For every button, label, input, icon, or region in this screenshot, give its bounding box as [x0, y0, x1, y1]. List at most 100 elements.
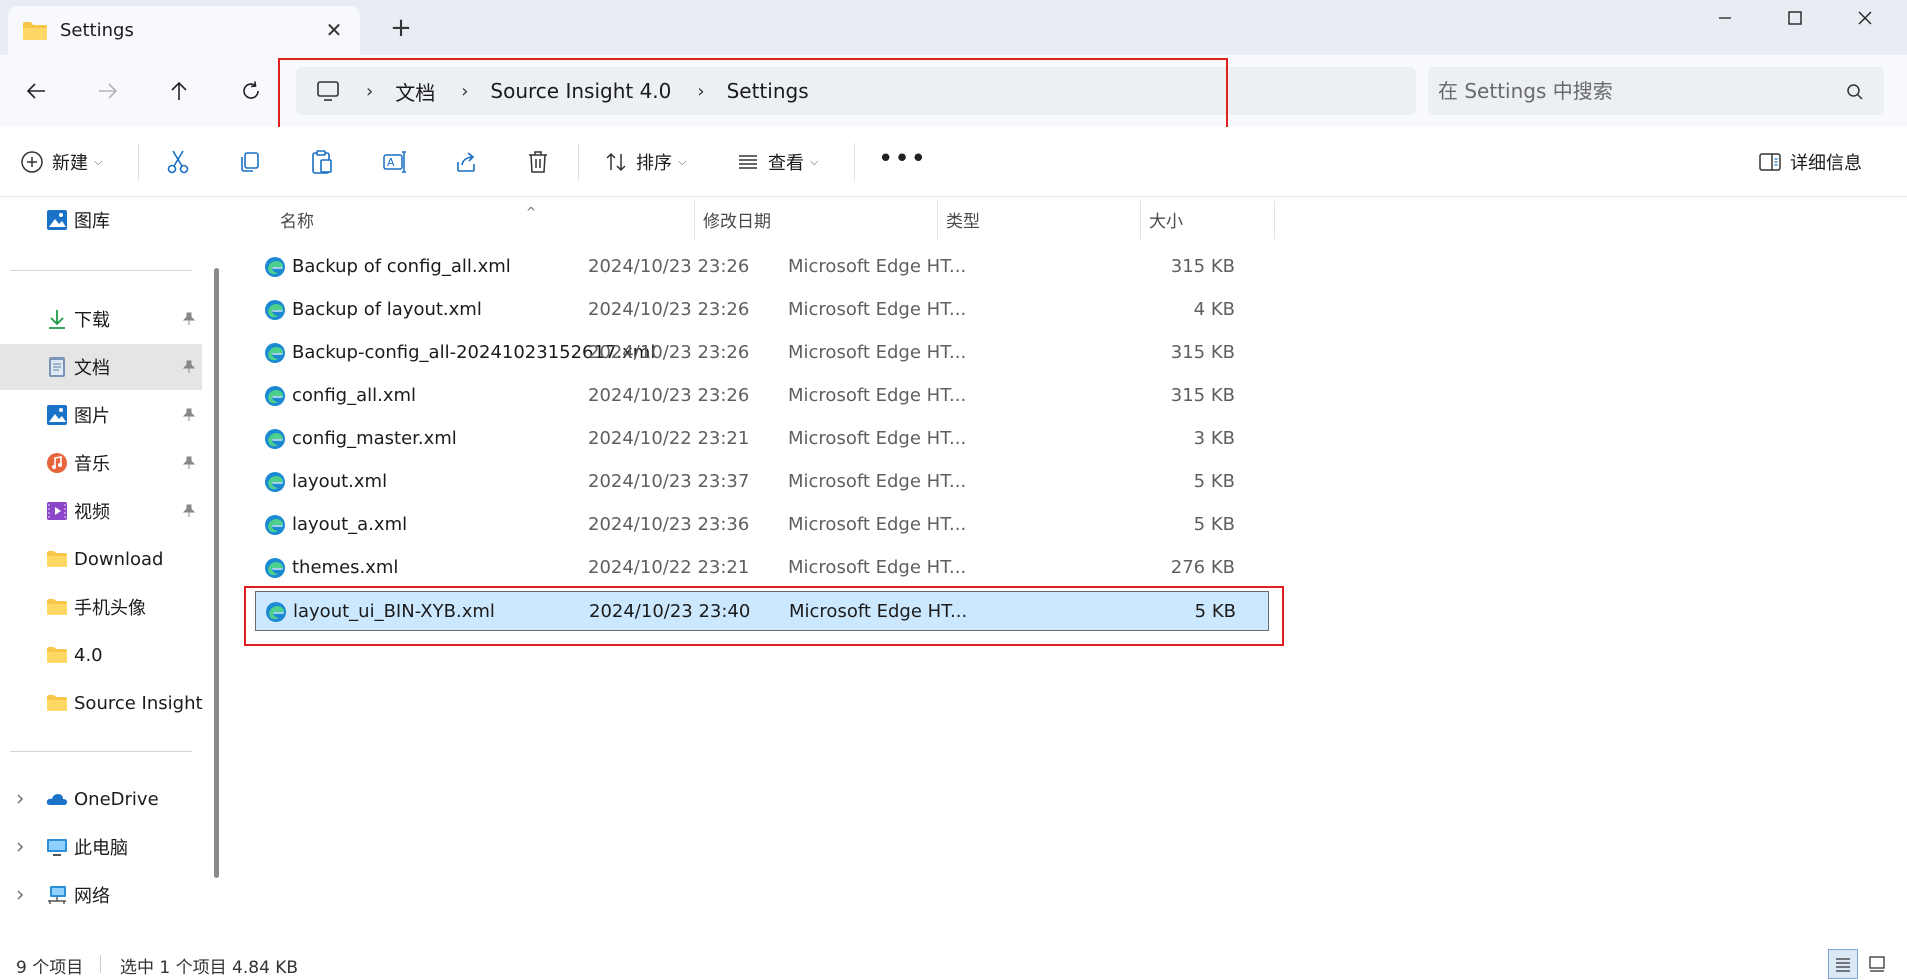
item-count: 9 个项目 [16, 958, 84, 978]
edge-file-icon [265, 257, 285, 277]
chevron-right-icon[interactable] [14, 793, 26, 805]
sidebar-scrollbar[interactable] [214, 268, 219, 878]
video-icon [47, 502, 67, 520]
sidebar-item-download-folder[interactable]: Download [0, 536, 202, 582]
sidebar-item-pictures[interactable]: 图片 [0, 392, 202, 438]
tiles-view-button[interactable] [1862, 949, 1892, 979]
close-tab-icon[interactable]: ✕ [322, 18, 346, 42]
column-header-name[interactable]: 名称 ^ [280, 205, 536, 237]
sidebar-item-phone-avatar[interactable]: 手机头像 [0, 584, 202, 630]
view-button[interactable]: 查看 ⌵ [736, 145, 818, 179]
chevron-right-icon[interactable] [14, 841, 26, 853]
file-row[interactable]: Backup of layout.xml 2024/10/23 23:26 Mi… [255, 290, 1269, 330]
chevron-right-icon[interactable]: › [461, 81, 468, 102]
file-date: 2024/10/23 23:26 [588, 342, 750, 363]
search-input[interactable] [1438, 75, 1818, 107]
toolbar-divider [854, 143, 855, 181]
sidebar-item-videos[interactable]: 视频 [0, 488, 202, 534]
arrow-right-icon [99, 83, 118, 99]
file-row[interactable]: themes.xml 2024/10/22 23:21 Microsoft Ed… [255, 548, 1269, 588]
chevron-right-icon[interactable]: › [697, 81, 704, 102]
file-date: 2024/10/23 23:40 [589, 601, 751, 622]
file-size: 3 KB [1193, 428, 1235, 449]
sidebar-item-music[interactable]: 音乐 [0, 440, 202, 486]
breadcrumb-source-insight[interactable]: Source Insight 4.0 [490, 79, 671, 103]
computer-icon[interactable] [316, 79, 340, 103]
close-window-button[interactable] [1830, 0, 1900, 36]
sidebar-item-label: 手机头像 [74, 598, 146, 619]
breadcrumb-documents[interactable]: 文档 [395, 77, 435, 106]
column-header-date[interactable]: 修改日期 [703, 207, 771, 237]
more-options-icon[interactable]: ••• [878, 146, 927, 172]
chevron-right-icon[interactable] [14, 889, 26, 901]
back-button[interactable] [18, 73, 54, 109]
svg-text:A: A [387, 156, 395, 169]
pin-icon[interactable] [182, 360, 196, 374]
file-size: 4 KB [1193, 299, 1235, 320]
copy-button[interactable] [238, 145, 262, 179]
refresh-button[interactable] [233, 73, 269, 109]
sidebar-item-source-insight[interactable]: Source Insight 4.0 [0, 680, 206, 726]
chevron-down-icon: ⌵ [810, 155, 819, 168]
pin-icon[interactable] [182, 312, 196, 326]
column-divider[interactable] [1140, 201, 1141, 239]
forward-button[interactable] [90, 73, 126, 109]
minimize-button[interactable] [1690, 0, 1760, 36]
file-name: layout_a.xml [292, 514, 408, 535]
file-row[interactable]: Backup-config_all-20241023152617.xml 202… [255, 333, 1269, 373]
pin-icon[interactable] [182, 408, 196, 422]
sidebar-item-onedrive[interactable]: OneDrive [0, 776, 202, 822]
search-icon[interactable] [1846, 83, 1864, 101]
toolbar-divider [578, 143, 579, 181]
pin-icon[interactable] [182, 456, 196, 470]
file-size: 315 KB [1170, 256, 1235, 277]
breadcrumb-settings[interactable]: Settings [727, 79, 809, 103]
sidebar-item-this-pc[interactable]: 此电脑 [0, 824, 202, 870]
sidebar-item-label: 音乐 [74, 454, 110, 475]
file-row-selected[interactable]: layout_ui_BIN-XYB.xml 2024/10/23 23:40 M… [255, 591, 1269, 631]
file-name: layout_ui_BIN-XYB.xml [293, 601, 495, 622]
paste-button[interactable] [310, 145, 334, 179]
details-view-button[interactable] [1828, 949, 1858, 979]
chevron-right-icon[interactable]: › [366, 81, 373, 102]
sidebar-item-network[interactable]: 网络 [0, 872, 202, 918]
file-date: 2024/10/23 23:37 [588, 471, 750, 492]
edge-file-icon [265, 472, 285, 492]
delete-button[interactable] [526, 145, 550, 179]
file-date: 2024/10/22 23:21 [588, 557, 750, 578]
file-name: themes.xml [292, 557, 399, 578]
new-label: 新建 [52, 153, 88, 174]
refresh-icon [243, 81, 259, 99]
column-header-label: 名称 [280, 212, 314, 232]
address-bar[interactable]: › 文档 › Source Insight 4.0 › Settings [296, 67, 1416, 115]
tab-settings[interactable]: Settings ✕ [8, 6, 360, 55]
sidebar-item-4-0[interactable]: 4.0 [0, 632, 202, 678]
up-button[interactable] [161, 73, 197, 109]
file-row[interactable]: layout.xml 2024/10/23 23:37 Microsoft Ed… [255, 462, 1269, 502]
new-button[interactable]: 新建 ⌵ [20, 145, 102, 179]
file-date: 2024/10/23 23:26 [588, 299, 750, 320]
sidebar-item-downloads[interactable]: 下载 [0, 296, 202, 342]
file-row[interactable]: layout_a.xml 2024/10/23 23:36 Microsoft … [255, 505, 1269, 545]
sort-button[interactable]: 排序 ⌵ [604, 145, 686, 179]
sidebar-item-documents[interactable]: 文档 [0, 344, 202, 390]
details-pane-button[interactable]: 详细信息 [1758, 145, 1862, 179]
rename-button[interactable]: A [382, 145, 408, 179]
file-row[interactable]: config_all.xml 2024/10/23 23:26 Microsof… [255, 376, 1269, 416]
cut-button[interactable] [166, 145, 190, 179]
column-divider[interactable] [694, 201, 695, 239]
pin-icon[interactable] [182, 504, 196, 518]
maximize-button[interactable] [1760, 0, 1830, 36]
sidebar-item-gallery[interactable]: 图库 [0, 197, 202, 243]
share-button[interactable] [454, 145, 478, 179]
column-divider[interactable] [1274, 201, 1275, 239]
new-tab-button[interactable]: + [388, 15, 414, 41]
file-row[interactable]: Backup of config_all.xml 2024/10/23 23:2… [255, 247, 1269, 287]
file-name: Backup of layout.xml [292, 299, 482, 320]
column-header-size[interactable]: 大小 [1149, 207, 1183, 237]
column-header-type[interactable]: 类型 [946, 207, 980, 237]
column-divider[interactable] [937, 201, 938, 239]
file-row[interactable]: config_master.xml 2024/10/22 23:21 Micro… [255, 419, 1269, 459]
edge-file-icon [265, 386, 285, 406]
edge-file-icon [265, 343, 285, 363]
